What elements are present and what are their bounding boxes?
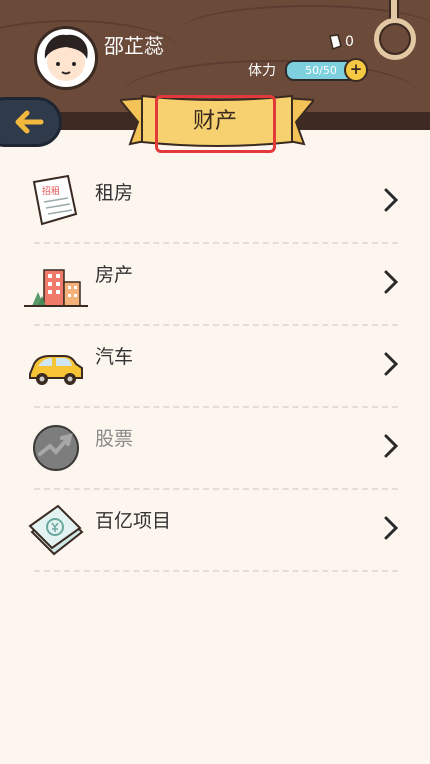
divider <box>34 570 398 572</box>
list-item-rent[interactable]: 招租 租房 <box>0 160 430 244</box>
avatar[interactable] <box>34 26 98 90</box>
chevron-right-icon <box>384 188 399 212</box>
list-item-label: 房产 <box>95 264 134 286</box>
chevron-right-icon <box>384 516 399 540</box>
gem-count-value: 0 <box>345 34 354 50</box>
list-item-label: 汽车 <box>95 346 134 368</box>
list-item-label: 租房 <box>95 182 134 204</box>
buildings-icon <box>24 269 88 307</box>
add-stamina-button[interactable]: + <box>344 58 368 82</box>
ring-icon[interactable] <box>374 18 416 60</box>
username: 邵芷蕊 <box>104 34 164 58</box>
gem-counter: 0 <box>328 34 354 50</box>
rent-sign-text: 招租 <box>42 185 60 197</box>
car-icon <box>29 355 83 385</box>
list-item-car[interactable]: 汽车 <box>0 324 430 408</box>
stock-icon <box>33 425 79 471</box>
face-icon <box>44 34 88 81</box>
list-item-stock[interactable]: 股票 <box>0 406 430 490</box>
list-item-label: 百亿项目 <box>95 510 172 532</box>
list-item-property[interactable]: 房产 <box>0 242 430 326</box>
money-stack-icon <box>28 504 84 556</box>
back-arrow-icon <box>15 110 44 134</box>
chevron-right-icon <box>384 270 399 294</box>
title-highlight <box>155 95 276 153</box>
rent-sign-icon: 招租 <box>32 174 78 226</box>
chevron-right-icon <box>384 352 399 376</box>
list-item-billion-project[interactable]: 百亿项目 <box>0 488 430 572</box>
stamina-label: 体力 <box>248 63 276 79</box>
back-button[interactable] <box>0 97 62 147</box>
chevron-right-icon <box>384 434 399 458</box>
ticket-icon <box>329 34 342 50</box>
list-item-label: 股票 <box>95 428 134 450</box>
